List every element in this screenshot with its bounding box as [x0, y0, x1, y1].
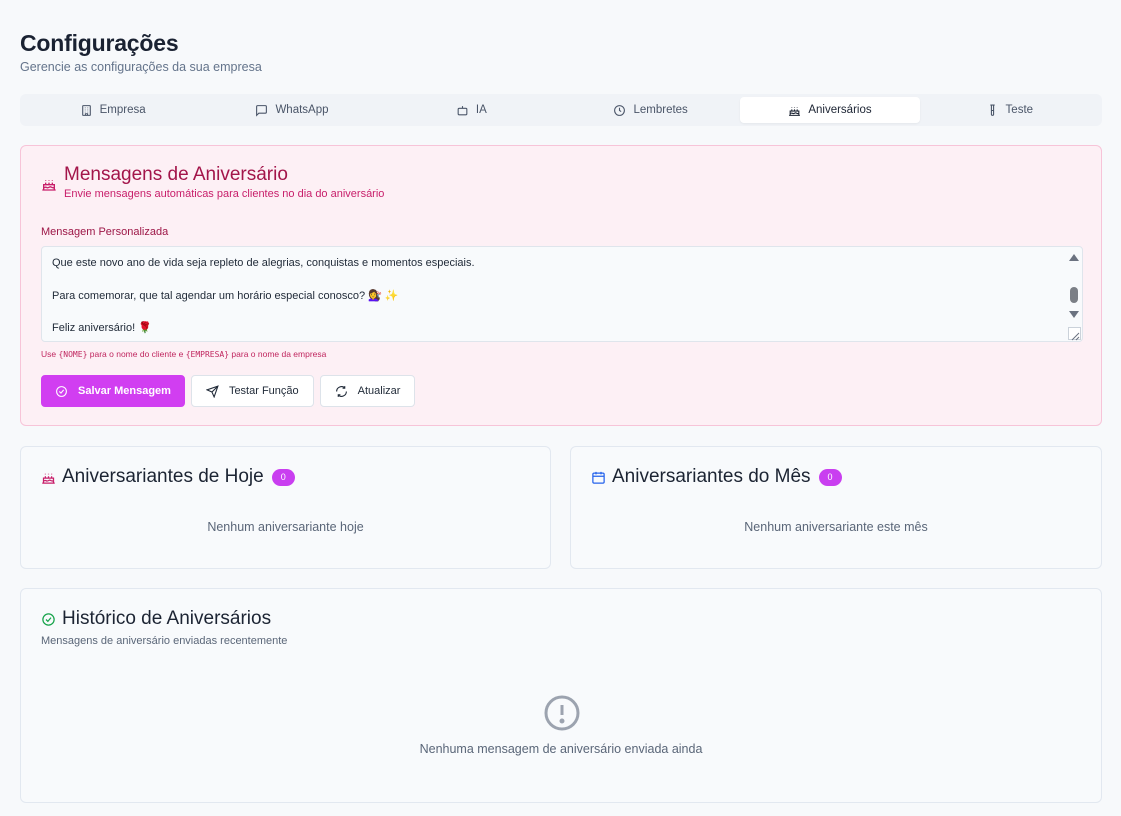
tab-empresa[interactable]: Empresa: [23, 97, 202, 123]
empty-state-text: Nenhuma mensagem de aniversário enviada …: [419, 742, 703, 756]
card-title: Histórico de Aniversários: [62, 608, 272, 629]
tab-ia[interactable]: IA: [382, 97, 561, 123]
placeholder-hint: Use {NOME} para o nome do cliente e {EMP…: [41, 349, 327, 359]
send-icon: [205, 384, 219, 398]
empresa-token: {EMPRESA}: [185, 350, 230, 359]
alert-circle-icon: [544, 695, 580, 731]
tab-label: Teste: [1005, 104, 1034, 116]
tab-label: IA: [475, 104, 487, 116]
today-birthdays-card: Aniversariantes de Hoje 0 Nenhum anivers…: [20, 446, 551, 569]
card-title: Aniversariantes de Hoje: [62, 466, 264, 487]
card-header: Histórico de Aniversários: [41, 608, 271, 630]
count-badge: 0: [271, 468, 295, 486]
tab-lembretes[interactable]: Lembretes: [561, 97, 740, 123]
card-title: Aniversariantes do Mês: [612, 466, 811, 487]
settings-tabs: Empresa WhatsApp IA Lembretes Aniversári…: [20, 94, 1102, 126]
page-title: Configurações: [20, 30, 179, 56]
save-message-button[interactable]: Salvar Mensagem: [41, 375, 185, 407]
birthday-message-card: Mensagens de Aniversário Envie mensagens…: [20, 145, 1102, 426]
tab-aniversarios[interactable]: Aniversários: [740, 97, 920, 123]
nome-token: {NOME}: [58, 350, 88, 359]
tab-label: Lembretes: [633, 104, 688, 116]
bot-icon: [457, 105, 468, 115]
tab-whatsapp[interactable]: WhatsApp: [202, 97, 381, 123]
tab-teste[interactable]: Teste: [920, 97, 1099, 123]
message-textarea[interactable]: Que este novo ano de vida seja repleto d…: [41, 246, 1083, 342]
card-header: Aniversariantes de Hoje 0: [41, 466, 295, 488]
resize-handle-icon[interactable]: [1068, 327, 1081, 341]
page-subtitle: Gerencie as configurações da sua empresa: [20, 60, 262, 74]
calendar-icon: [592, 471, 605, 484]
action-buttons: Salvar Mensagem Testar Função Atualizar: [41, 375, 416, 407]
test-tube-icon: [989, 104, 995, 116]
clock-icon: [614, 104, 626, 116]
check-circle-icon: [42, 612, 55, 626]
check-circle-icon: [56, 385, 67, 397]
refresh-icon: [335, 385, 347, 397]
scroll-up-arrow-icon[interactable]: [1069, 254, 1079, 261]
empty-state-text: Nenhum aniversariante este mês: [744, 520, 928, 534]
scroll-down-arrow-icon[interactable]: [1069, 311, 1079, 318]
card-title: Mensagens de Aniversário: [64, 164, 288, 185]
page-header: Configurações Gerencie as configurações …: [20, 30, 262, 74]
scroll-thumb[interactable]: [1070, 287, 1078, 303]
textarea-line: Para comemorar, que tal agendar um horár…: [52, 290, 399, 302]
textarea-line: Feliz aniversário! 🌹: [52, 322, 152, 334]
card-header: Mensagens de Aniversário Envie mensagens…: [41, 164, 384, 200]
card-header: Aniversariantes do Mês 0: [591, 466, 842, 488]
month-birthdays-card: Aniversariantes do Mês 0 Nenhum aniversa…: [570, 446, 1102, 569]
test-function-button[interactable]: Testar Função: [190, 375, 314, 407]
tab-label: Aniversários: [808, 104, 872, 116]
cake-icon: [789, 106, 801, 116]
count-badge: 0: [818, 468, 842, 486]
birthday-history-card: Histórico de Aniversários Mensagens de a…: [20, 588, 1102, 803]
refresh-button[interactable]: Atualizar: [319, 375, 416, 407]
empty-state-text: Nenhum aniversariante hoje: [207, 520, 364, 534]
tab-label: Empresa: [99, 104, 146, 116]
cake-icon: [42, 180, 56, 191]
textarea-line: Que este novo ano de vida seja repleto d…: [52, 257, 475, 269]
message-field-label: Mensagem Personalizada: [41, 226, 169, 238]
building-icon: [81, 104, 91, 116]
card-subtitle: Envie mensagens automáticas para cliente…: [64, 188, 385, 200]
card-subtitle: Mensagens de aniversário enviadas recent…: [41, 635, 288, 647]
cake-icon: [42, 473, 55, 484]
message-square-icon: [256, 104, 268, 117]
tab-label: WhatsApp: [275, 104, 329, 116]
